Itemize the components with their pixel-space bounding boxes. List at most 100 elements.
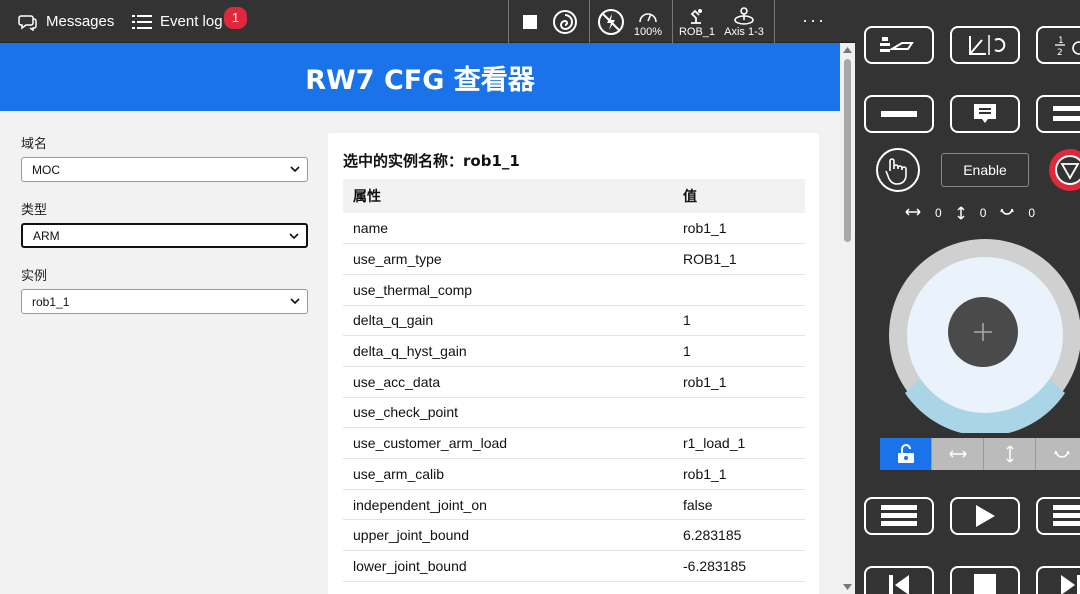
divider	[774, 0, 775, 43]
table-row: use_arm_type ROB1_1	[343, 243, 805, 275]
value-cell: rob1_1	[673, 213, 805, 245]
axis-1-value: 0	[935, 206, 942, 220]
minus-icon	[881, 111, 917, 117]
lock-toggle[interactable]	[880, 438, 932, 470]
motors-off-icon	[598, 8, 624, 35]
value-cell	[673, 274, 805, 306]
type-label: 类型	[21, 203, 48, 218]
value-cell: false	[673, 489, 805, 521]
attribute-cell: name	[343, 213, 673, 245]
attribute-cell: use_thermal_comp	[343, 274, 673, 306]
vertical-arrow-icon	[1005, 445, 1014, 463]
attribute-cell: use_check_point	[343, 397, 673, 429]
value-cell: 1	[673, 305, 805, 337]
value-cell: rob1_1	[673, 366, 805, 398]
divider	[508, 0, 509, 43]
hold-to-run-button[interactable]	[875, 147, 921, 193]
emergency-stop-icon	[1055, 155, 1080, 185]
chat-bubbles-icon	[18, 14, 37, 31]
motors-button[interactable]	[596, 0, 626, 43]
menu-button-4[interactable]	[1036, 497, 1080, 535]
unlock-icon	[897, 444, 914, 463]
value-cell: rob1_1	[673, 458, 805, 490]
jog-vertical-mode[interactable]	[984, 438, 1036, 470]
gauge-icon	[639, 12, 657, 22]
coordinate-system-icon	[969, 35, 1006, 55]
event-log-badge: 1	[224, 7, 247, 29]
horizontal-arrow-icon	[905, 208, 921, 216]
axis-select-button[interactable]: Axis 1-3	[720, 0, 768, 43]
tool-button[interactable]	[864, 26, 934, 64]
table-row: delta_q_gain 1	[343, 305, 805, 337]
messages-label: Messages	[46, 13, 115, 30]
top-bar: Messages Event log 1 100% ROB_1 Axis 1-3…	[0, 0, 855, 43]
step-backward-button[interactable]	[864, 566, 934, 594]
joystick[interactable]	[887, 237, 1080, 433]
rotate-arrow-icon	[1053, 450, 1070, 458]
scrollbar-thumb[interactable]	[844, 59, 851, 242]
jog-pendant-panel: 1 2 Enable 0 0 0	[855, 0, 1080, 594]
table-row: name rob1_1	[343, 213, 805, 245]
event-log-button[interactable]: Event log	[132, 0, 223, 43]
run-mode-button[interactable]	[550, 0, 580, 43]
comment-icon	[974, 104, 996, 123]
speed-button[interactable]: 100%	[630, 0, 666, 43]
stop-button[interactable]	[518, 0, 542, 43]
column-header-attribute: 属性	[343, 179, 673, 213]
type-select[interactable]: ARM	[21, 223, 308, 248]
table-row: use_thermal_comp	[343, 274, 805, 306]
menu-button-2[interactable]	[1036, 95, 1080, 133]
step-forward-button[interactable]	[1036, 566, 1080, 594]
main-content: 域名 MOC 类型 ARM 实例 rob1_1 选中的实例名称：rob1_1 属…	[0, 111, 840, 594]
scroll-up-arrow-icon[interactable]	[843, 46, 852, 54]
stop-icon	[523, 14, 537, 29]
speed-value: 100%	[633, 25, 663, 38]
value-cell: 6.283185	[673, 519, 805, 552]
jog-horizontal-mode[interactable]	[932, 438, 984, 470]
axis-3-value: 0	[1028, 206, 1036, 220]
tool-icon	[880, 37, 914, 52]
instance-select[interactable]: rob1_1	[21, 289, 308, 314]
divider	[589, 0, 590, 43]
filter-form: 域名 MOC 类型 ARM 实例 rob1_1	[21, 133, 308, 331]
table-row: independent_joint_on false	[343, 489, 805, 521]
instance-label: 实例	[21, 269, 48, 284]
scroll-down-arrow-icon[interactable]	[843, 583, 852, 591]
coordinate-button[interactable]	[950, 26, 1020, 64]
horizontal-arrow-icon	[948, 450, 967, 458]
stop-program-button[interactable]	[950, 566, 1020, 594]
comment-button[interactable]	[950, 95, 1020, 133]
column-header-value: 值	[673, 179, 805, 213]
table-row: delta_q_hyst_gain 1	[343, 335, 805, 367]
hand-press-icon	[876, 148, 920, 192]
increment-button[interactable]: 1 2	[1036, 26, 1080, 64]
messages-button[interactable]: Messages	[18, 0, 114, 43]
menu-icon	[1053, 505, 1080, 526]
emergency-stop-button[interactable]	[1049, 149, 1080, 191]
vertical-arrow-icon	[957, 206, 965, 220]
menu-button-3[interactable]	[864, 497, 934, 535]
attribute-cell: use_arm_type	[343, 243, 673, 275]
divider	[672, 0, 673, 43]
domain-select[interactable]: MOC	[21, 157, 308, 182]
type-select-value: ARM	[33, 228, 60, 243]
enable-button[interactable]: Enable	[941, 153, 1029, 187]
page-scrollbar[interactable]	[840, 43, 855, 594]
axis-2-value: 0	[979, 206, 987, 220]
jog-rotate-mode[interactable]	[1036, 438, 1080, 470]
jog-mode-bar	[880, 438, 1080, 470]
table-row: use_arm_calib rob1_1	[343, 458, 805, 490]
play-button[interactable]	[950, 497, 1020, 535]
more-menu-button[interactable]: ···	[802, 10, 826, 31]
instance-detail-card: 选中的实例名称：rob1_1 属性 值 name rob1_1 use_arm_t…	[328, 133, 819, 594]
robot-select-button[interactable]: ROB_1	[677, 0, 717, 43]
list-icon	[132, 14, 152, 29]
robot-arm-icon	[690, 8, 702, 24]
robot-label: ROB_1	[678, 25, 716, 38]
chevron-down-icon	[289, 233, 299, 240]
minus-button[interactable]	[864, 95, 934, 133]
value-cell: 1	[673, 335, 805, 367]
value-cell: r1_load_1	[673, 427, 805, 459]
attribute-cell: delta_q_hyst_gain	[343, 335, 673, 367]
table-row: upper_joint_bound 6.283185	[343, 519, 805, 552]
